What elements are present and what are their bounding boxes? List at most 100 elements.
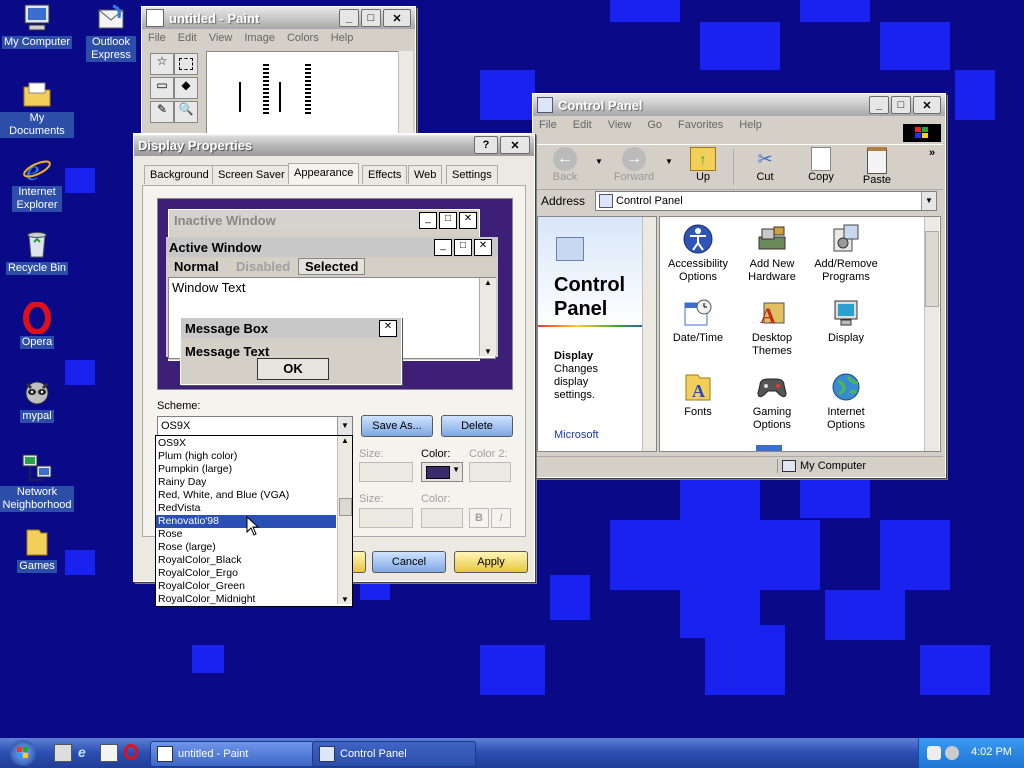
tab-effects[interactable]: Effects (362, 165, 408, 184)
desktop-icon-opera[interactable]: Opera (0, 301, 74, 349)
maximize-button[interactable]: □ (361, 9, 381, 27)
desktop-icon-my-documents[interactable]: My Documents (0, 78, 74, 138)
desktop-icon-my-computer[interactable]: My Computer (0, 2, 74, 49)
tab-screen-saver[interactable]: Screen Saver (212, 165, 291, 184)
scheme-option[interactable]: Rainy Day (156, 476, 336, 489)
desktop-icon-games[interactable]: Games (0, 526, 74, 573)
color-picker-button[interactable]: ▼ (421, 462, 463, 482)
back-button[interactable]: ← Back (541, 147, 589, 183)
menu-view[interactable]: View (608, 119, 632, 131)
cp-item-add-new-hardware[interactable]: Add New Hardware (734, 223, 810, 284)
free-select-tool[interactable]: ☆ (150, 53, 174, 75)
copy-button[interactable]: Copy (801, 147, 841, 183)
menu-file[interactable]: File (539, 119, 557, 131)
address-dropdown-button[interactable]: ▼ (921, 192, 936, 210)
menu-help[interactable]: Help (331, 32, 354, 44)
cp-item-desktop-themes[interactable]: A Desktop Themes (734, 297, 810, 358)
apply-button[interactable]: Apply (454, 551, 528, 573)
clock[interactable]: 4:02 PM (971, 746, 1012, 758)
dropdown-vscroll[interactable]: ▲ ▼ (337, 436, 352, 604)
maximize-button[interactable]: □ (891, 96, 911, 114)
close-button[interactable]: ✕ (383, 9, 411, 27)
scheme-option[interactable]: Pumpkin (large) (156, 463, 336, 476)
cp-item-add-remove-programs[interactable]: Add/Remove Programs (808, 223, 884, 284)
scheme-option[interactable]: OS9X (156, 437, 336, 450)
internet-explorer-icon[interactable]: e (78, 744, 94, 760)
opera-icon[interactable] (124, 744, 138, 760)
close-button[interactable]: ✕ (500, 136, 530, 154)
tab-settings[interactable]: Settings (446, 165, 498, 184)
show-desktop-icon[interactable] (54, 744, 72, 762)
info-link[interactable]: Microsoft (554, 429, 599, 441)
fill-tool[interactable]: ◆ (174, 77, 198, 99)
tab-background[interactable]: Background (144, 165, 215, 184)
menu-go[interactable]: Go (647, 119, 662, 131)
desktop-icon-internet-explorer[interactable]: e Internet Explorer (0, 152, 74, 212)
taskbar-item-control-panel[interactable]: Control Panel (312, 741, 476, 767)
paint-canvas[interactable] (206, 51, 400, 139)
cut-button[interactable]: ✂ Cut (745, 147, 785, 183)
scheme-option[interactable]: RoyalColor_Ergo (156, 567, 336, 580)
address-input[interactable]: Control Panel ▼ (595, 191, 937, 211)
forward-dropdown[interactable]: ▼ (665, 157, 673, 166)
paint-vscroll[interactable] (398, 51, 413, 137)
eraser-tool[interactable]: ▭ (150, 77, 174, 99)
up-button[interactable]: ↑ Up (683, 147, 723, 183)
menu-help[interactable]: Help (739, 119, 762, 131)
scheme-option[interactable]: Plum (high color) (156, 450, 336, 463)
scheme-select[interactable]: OS9X ▼ (157, 416, 353, 436)
toolbar-chevron-icon[interactable]: » (929, 147, 935, 159)
paint-titlebar[interactable]: untitled - Paint _ □ ✕ (142, 7, 415, 29)
scheme-option[interactable]: RoyalColor_Midnight (156, 593, 336, 606)
cp-item-gaming-options[interactable]: Gaming Options (734, 371, 810, 432)
taskbar-item-paint[interactable]: untitled - Paint (150, 741, 314, 767)
minimize-button[interactable]: _ (339, 9, 359, 27)
tab-appearance[interactable]: Appearance (288, 163, 360, 184)
cp-item-accessibility[interactable]: Accessibility Options (660, 223, 736, 284)
menu-edit[interactable]: Edit (178, 32, 197, 44)
menu-colors[interactable]: Colors (287, 32, 319, 44)
cp-item-date-time[interactable]: Date/Time (660, 297, 736, 345)
tray-volume-icon[interactable] (927, 746, 941, 760)
menu-image[interactable]: Image (244, 32, 275, 44)
menu-file[interactable]: File (148, 32, 166, 44)
rect-select-tool[interactable] (174, 53, 198, 75)
tab-web[interactable]: Web (408, 165, 443, 184)
cp-item-display[interactable]: Display (808, 297, 884, 345)
scheme-option[interactable]: Red, White, and Blue (VGA) (156, 489, 336, 502)
scheme-option[interactable]: Rose (large) (156, 541, 336, 554)
menu-view[interactable]: View (209, 32, 233, 44)
save-as-button[interactable]: Save As... (361, 415, 433, 437)
forward-button[interactable]: → Forward (609, 147, 659, 183)
picker-tool[interactable]: ✎ (150, 101, 174, 123)
magnifier-tool[interactable]: 🔍 (174, 101, 198, 123)
scheme-dropdown-icon[interactable]: ▼ (337, 417, 352, 435)
minimize-button[interactable]: _ (869, 96, 889, 114)
scheme-option[interactable]: RoyalColor_Green (156, 580, 336, 593)
desktop-icon-mypal[interactable]: mypal (0, 376, 74, 423)
icon-view-vscroll[interactable] (924, 217, 939, 451)
cp-item-fonts[interactable]: A Fonts (660, 371, 736, 419)
menu-edit[interactable]: Edit (573, 119, 592, 131)
control-panel-titlebar[interactable]: Control Panel _ □ ✕ (533, 94, 945, 116)
close-button[interactable]: ✕ (913, 96, 941, 114)
paste-button[interactable]: Paste (857, 147, 897, 186)
scheme-option[interactable]: RedVista (156, 502, 336, 515)
control-panel-window[interactable]: Control Panel _ □ ✕ File Edit View Go Fa… (532, 93, 946, 478)
start-button[interactable] (4, 738, 42, 768)
desktop-icon-outlook-express[interactable]: Outlook Express (74, 2, 148, 62)
cancel-button[interactable]: Cancel (372, 551, 446, 573)
scheme-option[interactable]: RoyalColor_Black (156, 554, 336, 567)
cp-item-internet-options[interactable]: Internet Options (808, 371, 884, 432)
menu-favorites[interactable]: Favorites (678, 119, 723, 131)
desktop-icon-network-neighborhood[interactable]: Network Neighborhood (0, 452, 74, 512)
webview-vscroll[interactable] (642, 217, 656, 451)
help-button[interactable]: ? (474, 136, 498, 154)
outlook-express-icon[interactable] (100, 744, 118, 762)
display-properties-titlebar[interactable]: Display Properties ? ✕ (134, 134, 534, 156)
tray-network-icon[interactable] (945, 746, 959, 760)
desktop-icon-recycle-bin[interactable]: Recycle Bin (0, 228, 74, 275)
delete-button[interactable]: Delete (441, 415, 513, 437)
paint-window[interactable]: untitled - Paint _ □ ✕ File Edit View Im… (141, 6, 416, 139)
back-dropdown[interactable]: ▼ (595, 157, 603, 166)
